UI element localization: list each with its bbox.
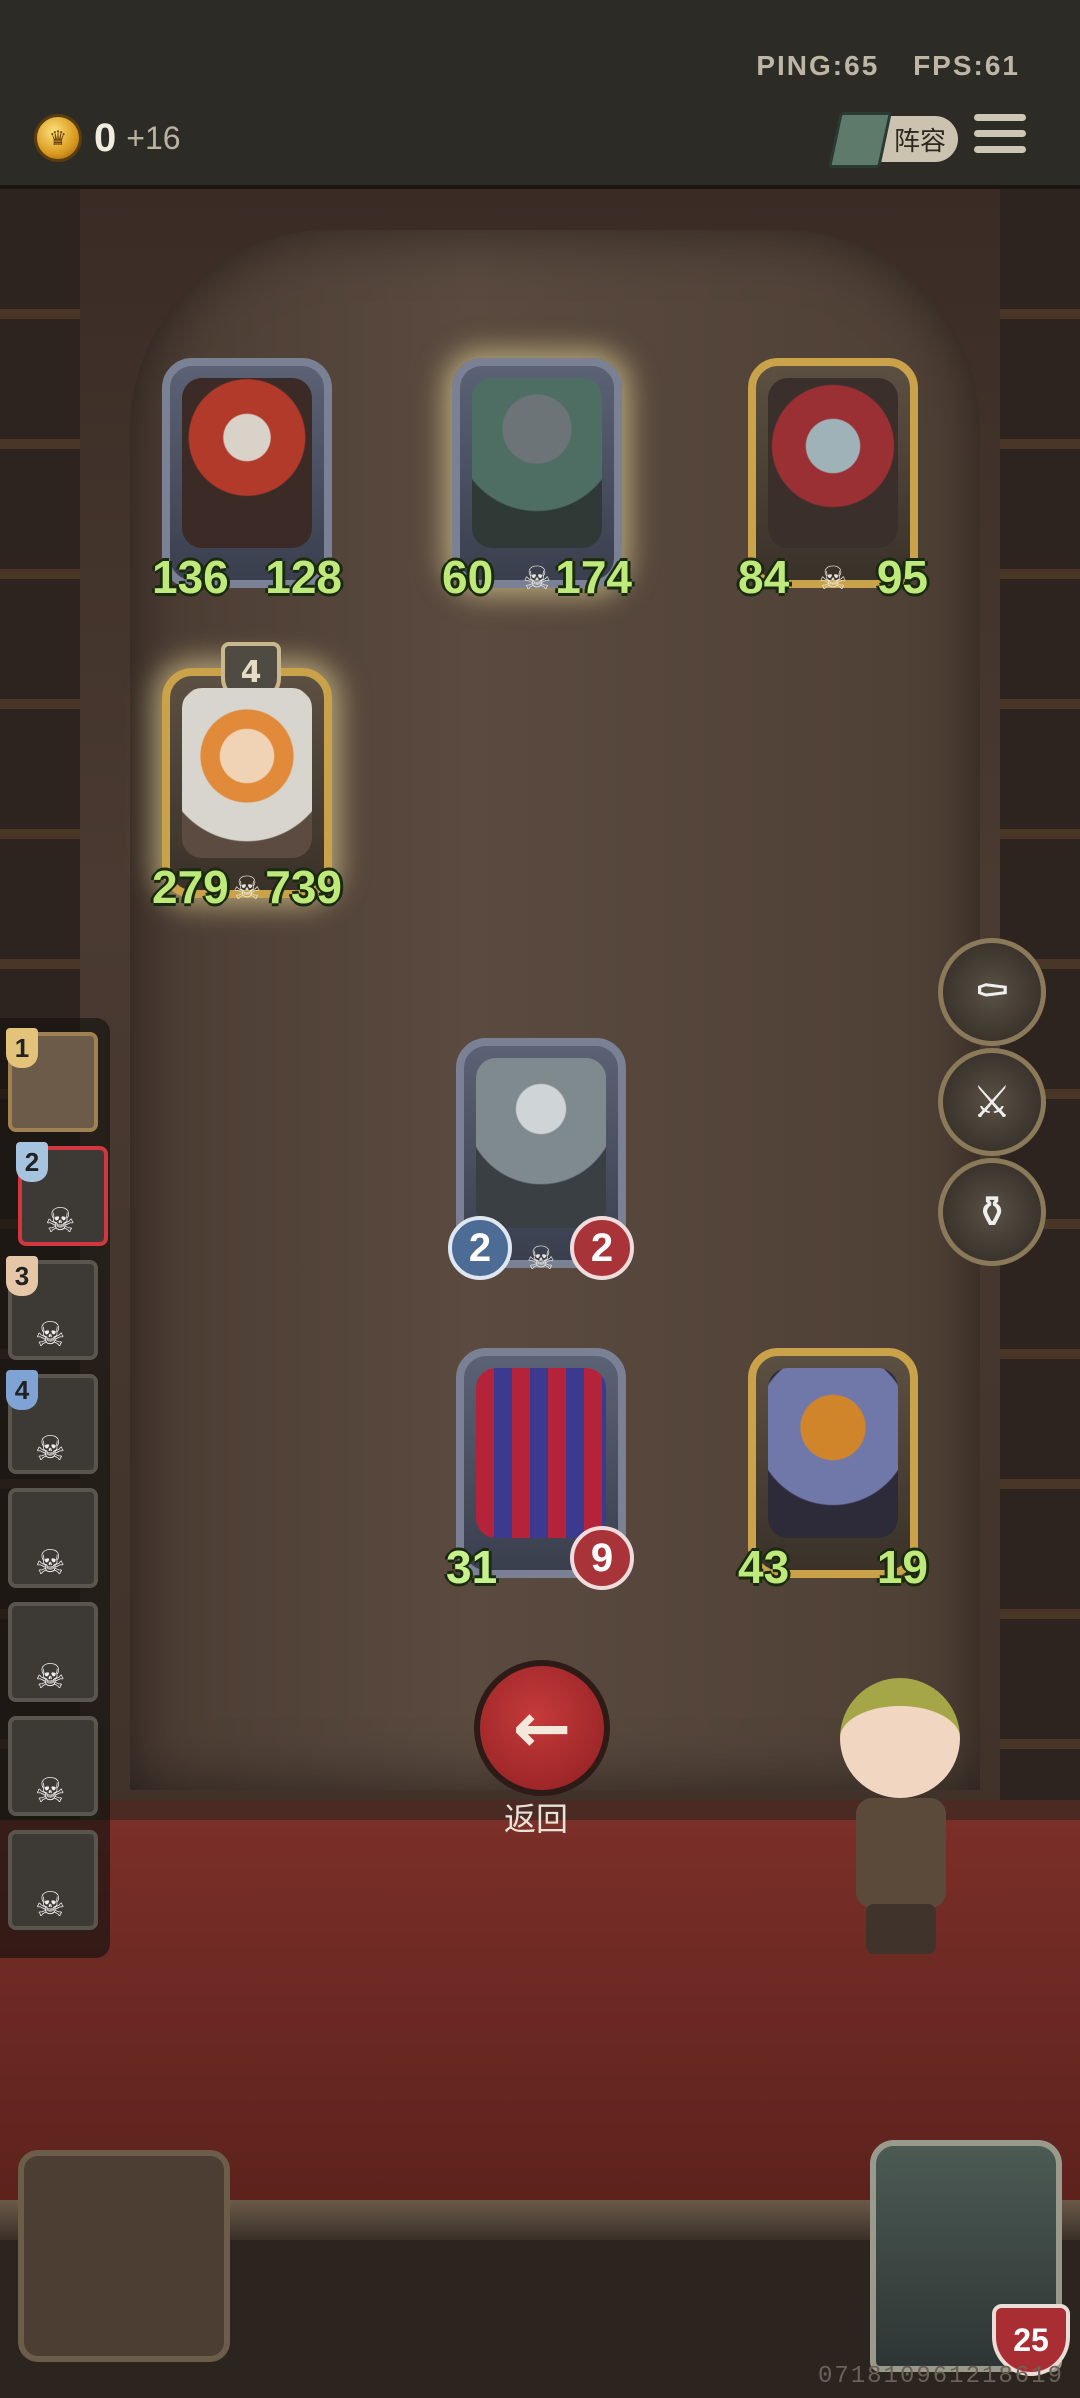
ally-card-robot-bell[interactable]: 2 ☠ 2 xyxy=(448,1038,634,1280)
card-health: 19 xyxy=(876,1541,928,1593)
skull-icon: ☠ xyxy=(818,559,848,597)
gold-income: +16 xyxy=(126,119,181,156)
back-button[interactable]: ← xyxy=(474,1660,610,1796)
queue-number: 1 xyxy=(6,1028,38,1068)
queue-slot[interactable]: ☠ xyxy=(8,1716,98,1816)
card-attack: 136 xyxy=(152,551,229,603)
fps-readout: FPS:61 xyxy=(913,50,1020,81)
enemy-card-hooded-assassin[interactable]: 136 128 xyxy=(152,358,342,603)
card-attack: 60 xyxy=(442,551,494,603)
game-seed: 07181096121861​9 xyxy=(817,2363,1064,2390)
card-health: 2 xyxy=(570,1216,634,1280)
queue-slot[interactable]: ☠ xyxy=(8,1602,98,1702)
skull-icon: ☠ xyxy=(35,1657,66,1697)
enemy-card-mad-scientist[interactable]: 4 279 ☠ 739 xyxy=(152,642,342,913)
card-health: 739 xyxy=(265,861,342,913)
skull-icon: ☠ xyxy=(526,1239,556,1277)
card-health: 95 xyxy=(876,551,928,603)
hero-character xyxy=(820,1668,980,1968)
pumpkin-knight-portrait xyxy=(768,1368,898,1538)
book-icon xyxy=(828,112,892,168)
queue-slot[interactable]: ☠ xyxy=(8,1830,98,1930)
card-attack: 84 xyxy=(738,551,790,603)
enemy-card-armored-knight[interactable]: 60 ☠ 174 xyxy=(442,358,632,603)
card-attack: 31 xyxy=(446,1541,498,1593)
ally-card-pumpkin-knight[interactable]: 43 19 xyxy=(738,1348,928,1593)
queue-slot[interactable]: 2 ☠ xyxy=(16,1142,108,1246)
turn-order-queue: 1 2 ☠ 3 ☠ 4 ☠ ☠ ☠ ☠ ☠ xyxy=(0,1018,110,1958)
vampire-lady-portrait xyxy=(768,378,898,548)
queue-number: 4 xyxy=(6,1370,38,1410)
vase-relic-icon[interactable]: ⚱ xyxy=(938,1158,1046,1266)
lineup-button[interactable]: 阵容 xyxy=(828,112,958,168)
card-health: 9 xyxy=(590,1535,614,1580)
skull-icon: ☠ xyxy=(35,1315,66,1355)
ping-readout: PING:65 xyxy=(756,50,880,81)
card-health: 128 xyxy=(265,551,342,603)
lineup-label: 阵容 xyxy=(893,126,946,157)
ally-card-clown[interactable]: 31 9 xyxy=(446,1348,634,1593)
queue-number: 3 xyxy=(6,1256,38,1296)
robot-bell-portrait xyxy=(476,1058,606,1228)
queue-slot[interactable]: ☠ xyxy=(8,1488,98,1588)
back-label: 返回 xyxy=(503,1800,568,1838)
enemy-card-vampire-lady[interactable]: 84 ☠ 95 xyxy=(738,358,928,603)
menu-icon[interactable] xyxy=(974,114,1026,160)
player-portrait[interactable]: 25 xyxy=(870,2140,1070,2376)
card-attack: 43 xyxy=(738,1541,790,1593)
queue-slot[interactable]: 4 ☠ xyxy=(6,1370,98,1474)
hero-body xyxy=(856,1798,946,1908)
card-health: 174 xyxy=(555,551,632,603)
armored-knight-portrait xyxy=(472,378,602,548)
bundle-relic-icon[interactable]: ⚔ xyxy=(938,1048,1046,1156)
shop-shelf-icon[interactable] xyxy=(18,2150,230,2362)
skull-icon: ☠ xyxy=(232,869,262,907)
skull-icon: ☠ xyxy=(35,1885,66,1925)
coffin-relic-icon[interactable]: ⚰ xyxy=(938,938,1046,1046)
card-attack: 279 xyxy=(152,861,229,913)
top-bar: PING:65 FPS:61 ♛ 0 +16 阵容 xyxy=(0,0,1080,189)
skull-icon: ☠ xyxy=(35,1429,66,1469)
network-stats: PING:65 FPS:61 xyxy=(732,50,1020,82)
hero-legs xyxy=(866,1904,936,1954)
hero-head xyxy=(840,1678,960,1798)
mad-scientist-portrait xyxy=(182,688,312,858)
queue-slot[interactable]: 1 xyxy=(6,1028,98,1132)
card-attack: 2 xyxy=(448,1216,512,1280)
gold-counter: ♛ 0 +16 xyxy=(34,114,181,162)
gold-value: 0 xyxy=(94,115,117,160)
skull-icon: ☠ xyxy=(522,559,552,597)
crown-coin-icon: ♛ xyxy=(34,114,82,162)
queue-slot[interactable]: 3 ☠ xyxy=(6,1256,98,1360)
hooded-assassin-portrait xyxy=(182,378,312,548)
arrow-left-icon: ← xyxy=(512,1687,572,1769)
card-health-badge: 9 xyxy=(570,1526,634,1590)
queue-number: 2 xyxy=(16,1142,48,1182)
skull-icon: ☠ xyxy=(35,1771,66,1811)
skull-icon: ☠ xyxy=(45,1201,76,1241)
skull-icon: ☠ xyxy=(35,1543,66,1583)
clown-portrait xyxy=(476,1368,606,1538)
